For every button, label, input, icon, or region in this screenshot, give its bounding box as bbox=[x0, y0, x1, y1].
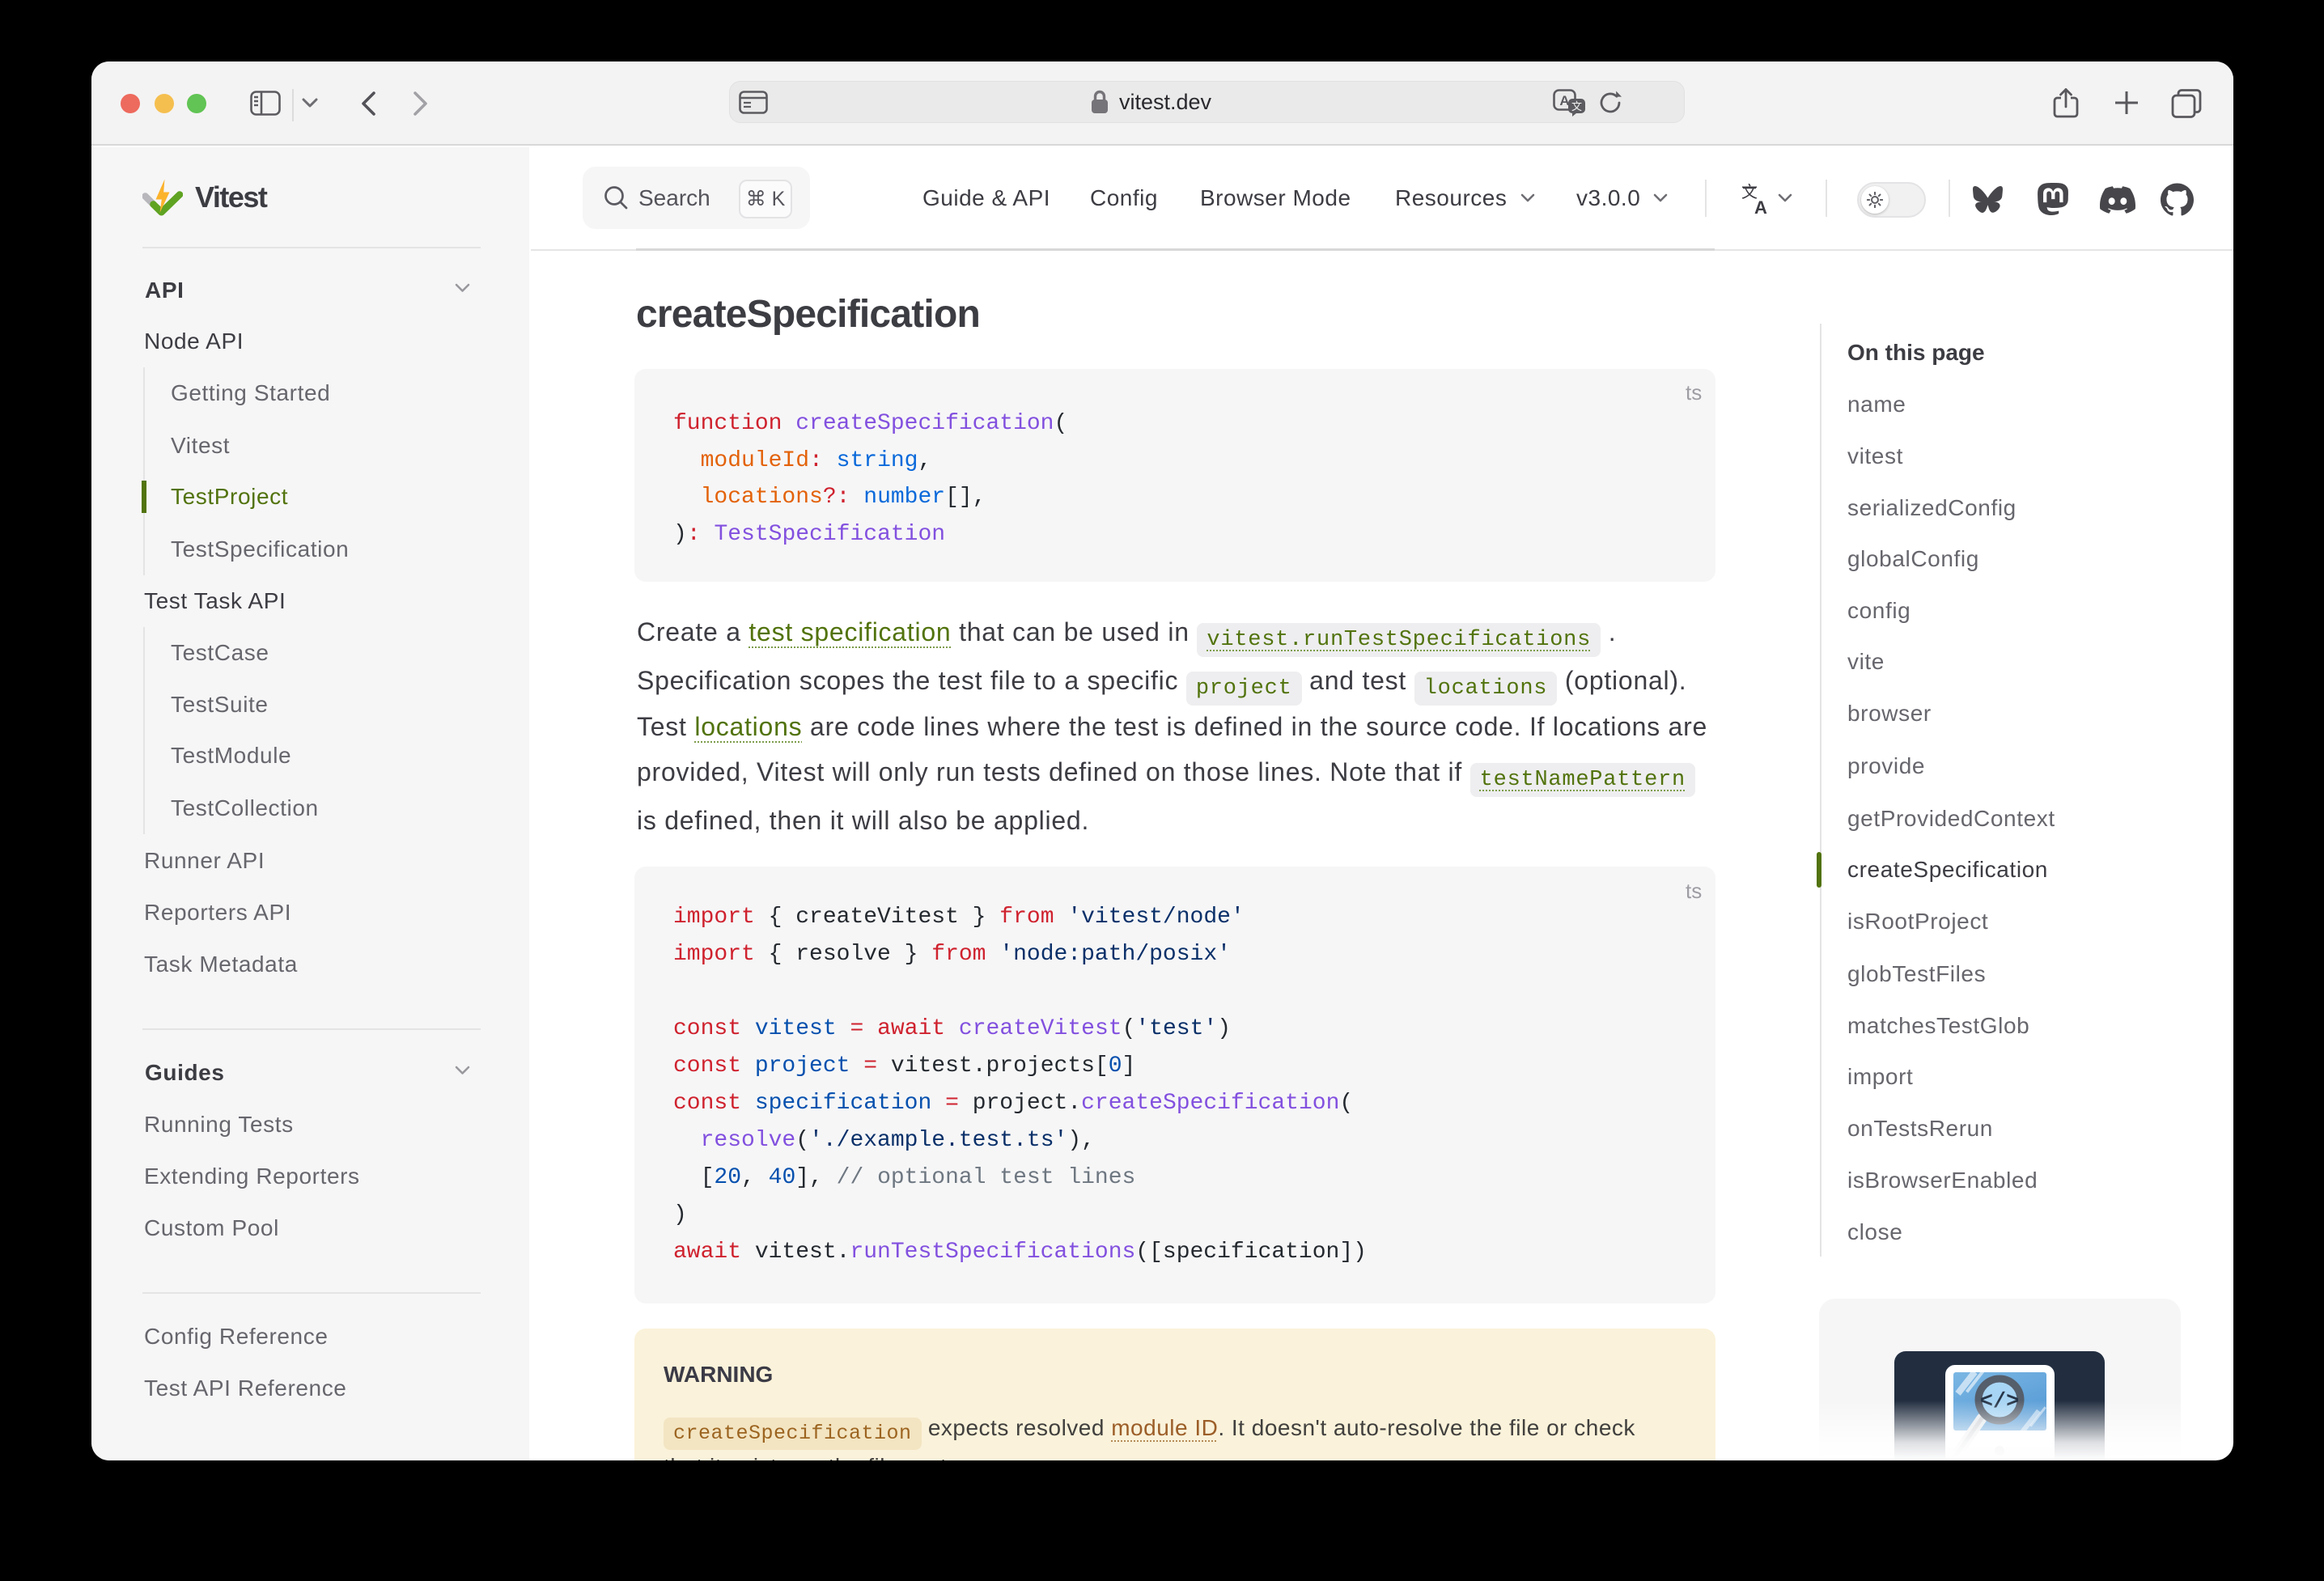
svg-text:A: A bbox=[1559, 93, 1569, 108]
svg-text:A: A bbox=[1754, 197, 1767, 215]
svg-text:文: 文 bbox=[1571, 100, 1582, 112]
